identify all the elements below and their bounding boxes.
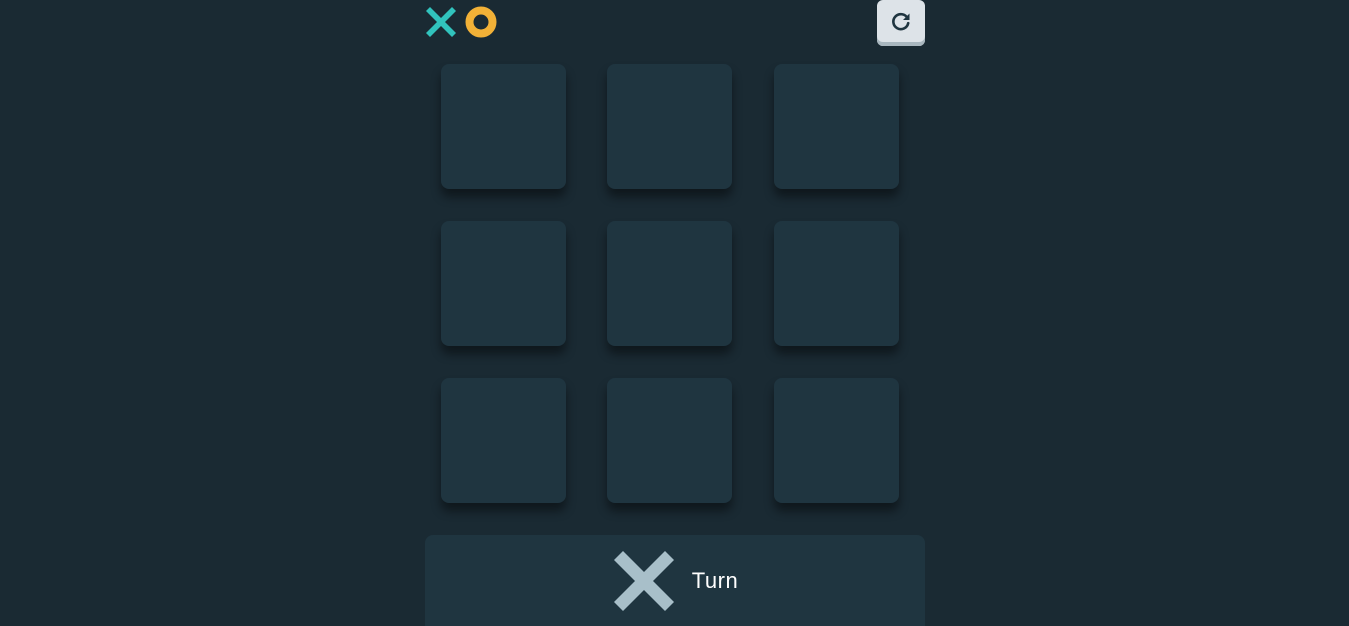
- board-cell-5[interactable]: [607, 221, 732, 346]
- board-cell-8[interactable]: [607, 378, 732, 503]
- restart-button[interactable]: [877, 0, 925, 46]
- board-cell-6[interactable]: [774, 221, 899, 346]
- board-cell-4[interactable]: [441, 221, 566, 346]
- game-logo: [426, 6, 497, 38]
- x-mark-icon: [613, 550, 674, 611]
- turn-label: Turn: [691, 567, 739, 593]
- turn-indicator: Turn: [425, 535, 925, 626]
- o-mark-icon: [465, 6, 497, 38]
- x-mark-icon: [426, 7, 456, 37]
- board-cell-2[interactable]: [607, 64, 732, 189]
- restart-icon: [892, 12, 910, 31]
- board-cell-7[interactable]: [441, 378, 566, 503]
- board-cell-9[interactable]: [774, 378, 899, 503]
- board-cell-1[interactable]: [441, 64, 566, 189]
- board-cell-3[interactable]: [774, 64, 899, 189]
